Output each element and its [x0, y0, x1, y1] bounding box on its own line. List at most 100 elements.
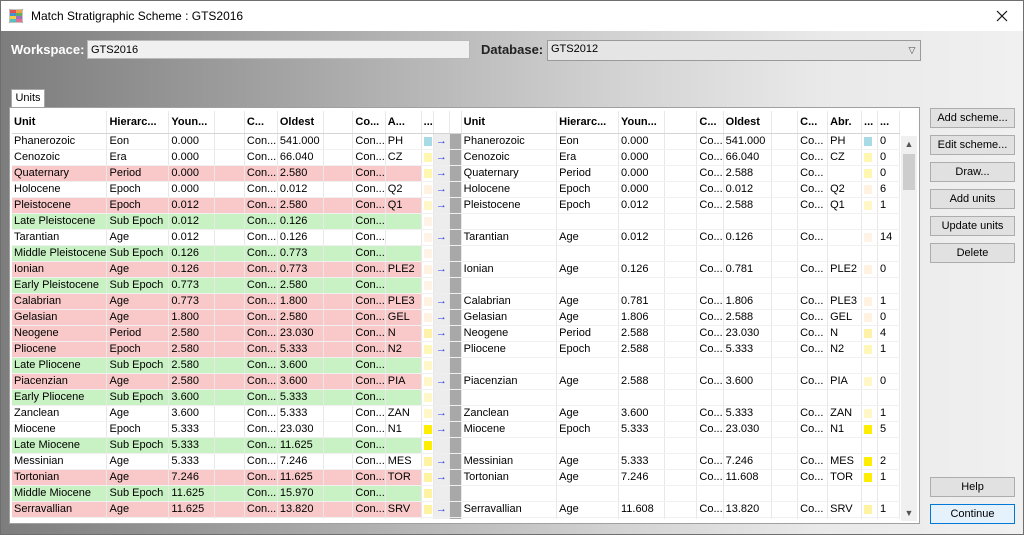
col-header[interactable] — [664, 111, 698, 134]
right-cell — [771, 389, 799, 406]
left-cell: N1 — [385, 421, 422, 438]
match-arrow-cell[interactable]: → — [433, 181, 450, 198]
match-arrow-cell[interactable] — [433, 357, 450, 374]
table-row[interactable]: Messinian Age 5.333 Con... 7.246 Con... MES → Me… — [12, 453, 900, 470]
table-row[interactable]: Ionian Age 0.126 Con... 0.773 Con... PLE2 → Ioni… — [12, 261, 900, 278]
match-arrow-cell[interactable]: → — [433, 453, 450, 470]
match-arrow-cell[interactable]: → — [433, 469, 450, 486]
table-row[interactable]: Late Miocene Sub Epoch 5.333 Con... 11.625 Co… — [12, 437, 900, 454]
match-arrow-cell[interactable]: → — [433, 341, 450, 358]
table-row[interactable]: Early Pliocene Sub Epoch 3.600 Con... 5.333 C… — [12, 389, 900, 406]
add-units-button[interactable]: Add units — [930, 189, 1015, 209]
match-arrow-cell[interactable]: → — [433, 501, 450, 518]
col-header[interactable]: Oldest — [723, 111, 772, 134]
tab-units[interactable]: Units — [11, 89, 45, 107]
match-arrow-cell[interactable]: → — [433, 325, 450, 342]
right-cell: 0.000 — [618, 149, 665, 166]
workspace-input[interactable] — [87, 40, 470, 59]
match-arrow-cell[interactable]: → — [433, 421, 450, 438]
table-row[interactable]: LanghianAge13.820Con...15.970Con...LAN→L… — [12, 517, 900, 519]
table-row[interactable]: Tortonian Age 7.246 Con... 11.625 Con... TOR → T… — [12, 469, 900, 486]
table-row[interactable]: Quaternary Period 0.000 Con... 2.580 Con... → Q… — [12, 165, 900, 182]
col-header[interactable] — [214, 111, 245, 134]
table-row[interactable]: Pleistocene Epoch 0.012 Con... 2.580 Con... Q1… — [12, 197, 900, 214]
col-header[interactable] — [323, 111, 354, 134]
col-header[interactable]: ... — [421, 111, 434, 134]
col-header[interactable] — [771, 111, 799, 134]
match-arrow-cell[interactable]: → — [433, 405, 450, 422]
match-arrow-cell[interactable] — [433, 245, 450, 262]
col-header[interactable]: Youn... — [618, 111, 665, 134]
col-header[interactable]: Abr. — [827, 111, 863, 134]
table-row[interactable]: Middle Pleistocene Sub Epoch 0.126 Con... 0.… — [12, 245, 900, 262]
match-arrow-cell[interactable]: → — [433, 517, 450, 519]
match-arrow-cell[interactable] — [433, 277, 450, 294]
match-arrow-cell[interactable]: → — [433, 165, 450, 182]
left-cell — [323, 453, 354, 470]
left-cell: Con... — [352, 389, 386, 406]
table-row[interactable]: Serravallian Age 11.625 Con... 13.820 Con... S… — [12, 501, 900, 518]
col-header[interactable]: C... — [797, 111, 829, 134]
col-header[interactable]: Hierarc... — [556, 111, 619, 134]
match-arrow-cell[interactable]: → — [433, 229, 450, 246]
col-header[interactable]: Youn... — [168, 111, 216, 134]
table-row[interactable]: Neogene Period 2.580 Con... 23.030 Con... N → Ne… — [12, 325, 900, 342]
database-select[interactable]: GTS2012 ▽ — [547, 40, 921, 61]
table-row[interactable]: Late Pleistocene Sub Epoch 0.012 Con... 0.12… — [12, 213, 900, 230]
col-header[interactable]: Oldest — [277, 111, 324, 134]
col-header[interactable]: A... — [385, 111, 422, 134]
match-arrow-cell[interactable]: → — [433, 261, 450, 278]
table-row[interactable]: Cenozoic Era 0.000 Con... 66.040 Con... CZ → Cen… — [12, 149, 900, 166]
edit-scheme-button[interactable]: Edit scheme... — [930, 135, 1015, 155]
delete-button[interactable]: Delete — [930, 243, 1015, 263]
update-units-button[interactable]: Update units — [930, 216, 1015, 236]
left-cell: 5.333 — [277, 341, 324, 358]
continue-button[interactable]: Continue — [930, 504, 1015, 524]
left-cell: Con... — [244, 389, 278, 406]
match-arrow-cell[interactable]: → — [433, 293, 450, 310]
match-arrow-cell[interactable] — [433, 485, 450, 502]
table-row[interactable]: Calabrian Age 0.773 Con... 1.800 Con... PLE3 → C… — [12, 293, 900, 310]
col-header[interactable]: C... — [696, 111, 724, 134]
match-arrow-cell[interactable] — [433, 437, 450, 454]
match-arrow-cell[interactable]: → — [433, 133, 450, 150]
col-header[interactable]: Co... — [352, 111, 386, 134]
color-swatch — [423, 281, 432, 290]
add-scheme-button[interactable]: Add scheme... — [930, 108, 1015, 128]
grid-vertical-scrollbar[interactable]: ▲ ▼ — [901, 136, 917, 521]
table-row[interactable]: Pliocene Epoch 2.580 Con... 5.333 Con... N2 → Pl… — [12, 341, 900, 358]
match-arrow-cell[interactable]: → — [433, 149, 450, 166]
match-arrow-cell[interactable] — [433, 389, 450, 406]
scroll-down-icon[interactable]: ▼ — [901, 505, 917, 521]
scroll-up-icon[interactable]: ▲ — [901, 136, 917, 152]
col-header[interactable]: Unit — [461, 111, 558, 134]
col-header[interactable]: C... — [244, 111, 278, 134]
col-header[interactable]: Hierarc... — [106, 111, 170, 134]
match-arrow-cell[interactable]: → — [433, 197, 450, 214]
match-arrow-cell[interactable]: → — [433, 373, 450, 390]
col-header[interactable]: ... — [877, 111, 900, 134]
left-cell — [323, 181, 354, 198]
draw-button[interactable]: Draw... — [930, 162, 1015, 182]
left-cell: 3.600 — [277, 357, 324, 374]
table-row[interactable]: Early Pleistocene Sub Epoch 0.773 Con... 2.5… — [12, 277, 900, 294]
table-row[interactable]: Middle Miocene Sub Epoch 11.625 Con... 15.97… — [12, 485, 900, 502]
left-cell: Calabrian — [12, 293, 108, 310]
table-row[interactable]: Gelasian Age 1.800 Con... 2.580 Con... GEL → Gel… — [12, 309, 900, 326]
left-cell: Con... — [244, 469, 278, 486]
table-row[interactable]: Miocene Epoch 5.333 Con... 23.030 Con... N1 → Mi… — [12, 421, 900, 438]
table-row[interactable]: Holocene Epoch 0.000 Con... 0.012 Con... Q2 → Ho… — [12, 181, 900, 198]
col-header[interactable]: Unit — [12, 111, 108, 134]
help-button[interactable]: Help — [930, 477, 1015, 497]
close-button[interactable] — [991, 5, 1013, 27]
table-row[interactable]: Phanerozoic Eon 0.000 Con... 541.000 Con... PH… — [12, 133, 900, 150]
match-arrow-cell[interactable] — [433, 213, 450, 230]
col-header[interactable]: ... — [861, 111, 878, 134]
table-row[interactable]: Piacenzian Age 2.580 Con... 3.600 Con... PIA → P… — [12, 373, 900, 390]
table-row[interactable]: Tarantian Age 0.012 Con... 0.126 Con... → Taran… — [12, 229, 900, 246]
scroll-thumb[interactable] — [903, 154, 915, 190]
match-arrow-cell[interactable]: → — [433, 309, 450, 326]
color-swatch — [423, 201, 432, 210]
table-row[interactable]: Zanclean Age 3.600 Con... 5.333 Con... ZAN → Zan… — [12, 405, 900, 422]
table-row[interactable]: Late Pliocene Sub Epoch 2.580 Con... 3.600 Co… — [12, 357, 900, 374]
